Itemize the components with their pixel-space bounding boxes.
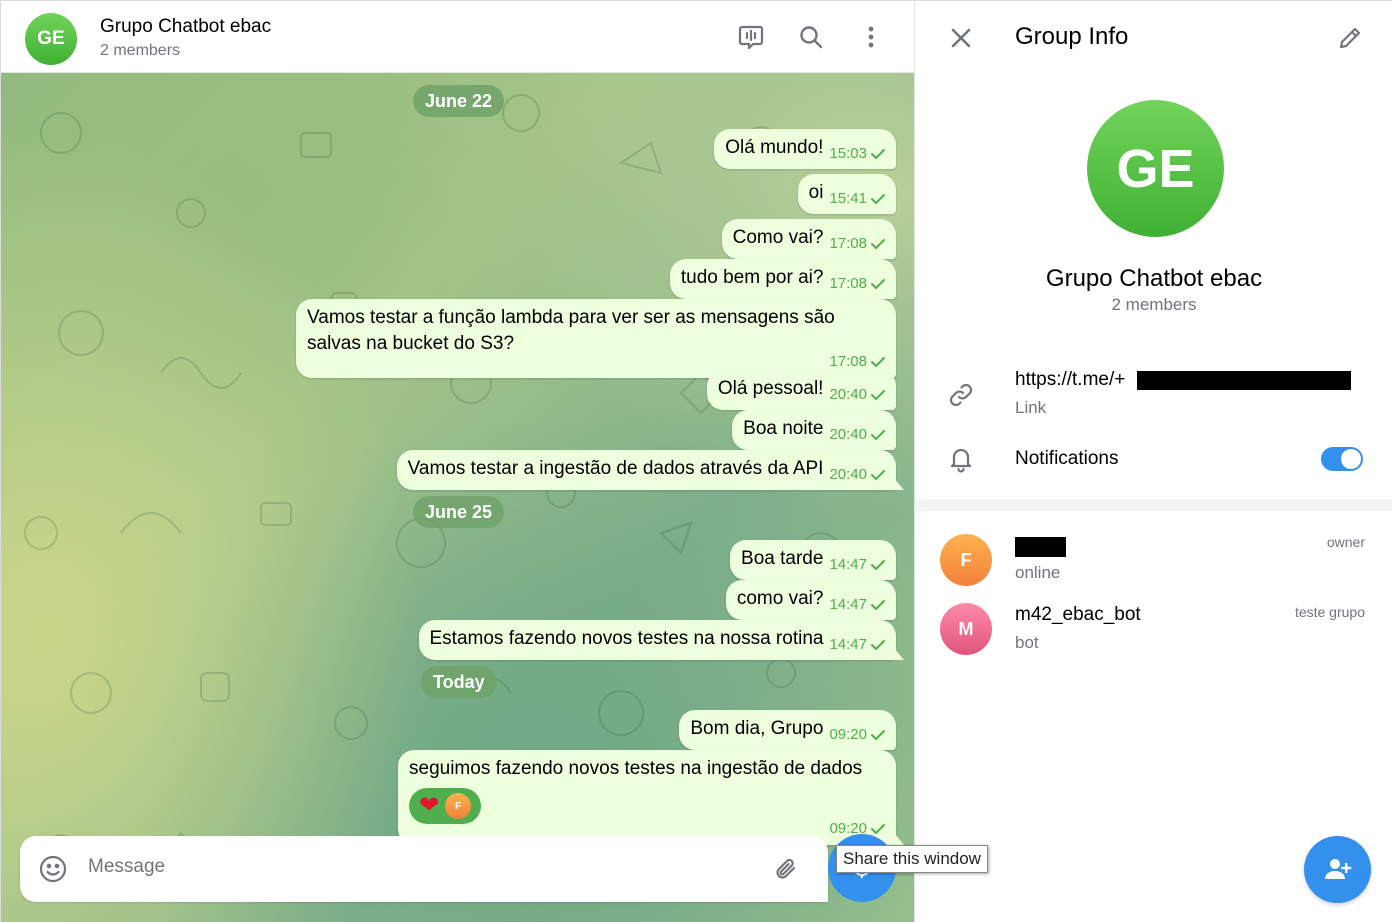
member-avatar: F <box>940 534 992 586</box>
group-info-panel: Group Info GE Grupo Chatbot ebac 2 membe… <box>914 0 1392 922</box>
read-check-icon <box>871 389 885 400</box>
message-text: Bom dia, Grupo <box>690 718 824 739</box>
read-check-icon <box>871 193 885 204</box>
read-check-icon <box>871 729 885 740</box>
message-text: oi <box>808 182 824 203</box>
message-time: 20:40 <box>829 426 867 443</box>
message-bubble[interactable]: Olá pessoal! 20:40 <box>706 370 896 410</box>
chat-header[interactable]: GE Grupo Chatbot ebac 2 members <box>1 1 914 73</box>
heart-reaction: ❤ <box>419 792 440 819</box>
message-text: Boa tarde <box>741 548 824 569</box>
message-bubble[interactable]: Olá mundo! 15:03 <box>714 129 896 169</box>
pencil-icon[interactable] <box>1337 25 1363 56</box>
read-check-icon <box>871 599 885 610</box>
chat-title[interactable]: Grupo Chatbot ebac <box>100 16 271 38</box>
member-name: m42_ebac_bot <box>1015 604 1141 625</box>
add-member-button[interactable] <box>1304 836 1371 903</box>
member-role: owner <box>1326 534 1365 550</box>
emoji-icon[interactable] <box>38 854 68 889</box>
message-bubble[interactable]: Estamos fazendo novos testes na nossa ro… <box>418 620 896 660</box>
message-composer[interactable] <box>20 836 828 902</box>
chat-avatar[interactable]: GE <box>25 13 77 65</box>
share-window-tooltip: Share this window <box>836 845 988 873</box>
read-check-icon <box>871 823 885 834</box>
message-text: tudo bem por ai? <box>680 267 824 288</box>
chat-member-count: 2 members <box>100 42 181 59</box>
chat-panel: GE Grupo Chatbot ebac 2 members June 22 … <box>0 0 914 922</box>
date-pill: June 22 <box>413 85 505 117</box>
message-bubble[interactable]: Vamos testar a função lambda para ver se… <box>296 299 896 378</box>
message-time: 20:40 <box>829 386 867 403</box>
read-check-icon <box>871 148 885 159</box>
member-avatar: M <box>940 603 992 655</box>
read-check-icon <box>871 639 885 650</box>
reaction-chip[interactable]: ❤ F <box>409 788 482 824</box>
date-pill: Today <box>421 666 497 698</box>
read-check-icon <box>871 559 885 570</box>
add-user-icon <box>1324 858 1351 879</box>
read-check-icon <box>871 469 885 480</box>
search-icon[interactable] <box>795 21 827 53</box>
message-time: 17:08 <box>829 275 867 292</box>
read-check-icon <box>871 356 885 367</box>
message-time: 15:41 <box>829 190 867 207</box>
message-time: 09:20 <box>829 726 867 743</box>
panel-title: Group Info <box>1015 23 1129 50</box>
message-bubble[interactable]: tudo bem por ai? 17:08 <box>669 259 896 299</box>
message-text: Vamos testar a ingestão de dados através… <box>407 458 824 479</box>
message-text: Vamos testar a função lambda para ver se… <box>307 307 835 328</box>
message-text: Olá pessoal! <box>717 378 824 399</box>
close-icon[interactable] <box>949 26 973 55</box>
read-check-icon <box>871 278 885 289</box>
invite-link[interactable]: https://t.me/+ <box>1015 369 1125 391</box>
message-time: 20:40 <box>829 466 867 483</box>
reactor-avatar: F <box>445 793 472 819</box>
chat-background: June 22 June 25 Today Olá mundo! 15:03 oi… <box>1 73 914 922</box>
message-time: 15:03 <box>829 145 867 162</box>
message-text: seguimos fazendo novos testes na ingestã… <box>409 758 863 779</box>
date-pill: June 25 <box>413 496 505 528</box>
message-bubble[interactable]: Boa tarde 14:47 <box>730 540 896 580</box>
message-text: Olá mundo! <box>725 137 824 158</box>
redaction-bar <box>1015 537 1066 557</box>
group-member-count: 2 members <box>1111 295 1197 314</box>
notifications-label: Notifications <box>1015 448 1119 469</box>
more-vertical-icon[interactable] <box>855 21 887 53</box>
message-time: 17:08 <box>829 235 867 252</box>
group-name: Grupo Chatbot ebac <box>1045 265 1263 292</box>
member-status: bot <box>1015 633 1039 652</box>
message-bubble[interactable]: Vamos testar a ingestão de dados através… <box>396 450 896 490</box>
message-input[interactable] <box>88 856 728 878</box>
link-icon <box>947 381 975 414</box>
message-text: Boa noite <box>743 418 824 439</box>
group-avatar[interactable]: GE <box>1087 100 1224 237</box>
read-check-icon <box>871 429 885 440</box>
member-role: teste grupo <box>1294 604 1365 620</box>
message-text: Estamos fazendo novos testes na nossa ro… <box>429 628 824 649</box>
message-time: 14:47 <box>829 636 867 653</box>
message-bubble[interactable]: como vai? 14:47 <box>725 580 896 620</box>
voice-chat-icon[interactable] <box>735 21 767 53</box>
message-bubble[interactable]: seguimos fazendo novos testes na ingestã… <box>398 750 896 845</box>
bell-icon <box>947 445 975 478</box>
redaction-bar <box>1137 371 1351 390</box>
toggle-knob <box>1341 449 1361 469</box>
notifications-toggle[interactable] <box>1321 447 1363 471</box>
message-time: 14:47 <box>829 556 867 573</box>
message-time: 17:08 <box>829 353 867 370</box>
message-bubble[interactable]: Como vai? 17:08 <box>721 219 896 259</box>
message-bubble[interactable]: oi 15:41 <box>797 174 896 214</box>
message-bubble[interactable]: Boa noite 20:40 <box>732 410 896 450</box>
message-text: como vai? <box>736 588 824 609</box>
link-label: Link <box>1015 398 1047 417</box>
read-check-icon <box>871 238 885 249</box>
section-divider <box>915 499 1392 511</box>
message-bubble[interactable]: Bom dia, Grupo 09:20 <box>679 710 896 750</box>
member-status: online <box>1015 563 1061 582</box>
message-time: 14:47 <box>829 596 867 613</box>
paperclip-icon[interactable] <box>772 855 800 888</box>
message-text: Como vai? <box>732 227 824 248</box>
